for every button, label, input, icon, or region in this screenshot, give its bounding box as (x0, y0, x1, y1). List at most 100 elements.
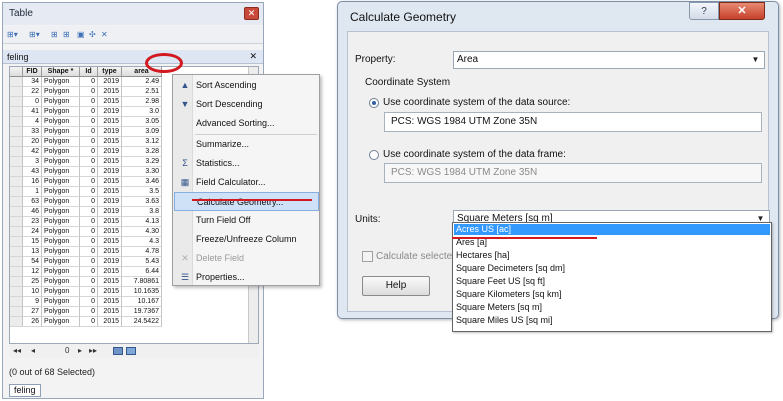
cell-shape[interactable]: Polygon (42, 167, 80, 177)
cell-fid[interactable]: 3 (23, 157, 42, 167)
column-header-fid[interactable]: FID (23, 67, 42, 77)
cell-id[interactable]: 0 (80, 297, 98, 307)
row-selector-header[interactable] (10, 67, 23, 77)
radio-data-source[interactable] (369, 98, 379, 108)
cell-type[interactable]: 2015 (98, 87, 122, 97)
cell-type[interactable]: 2015 (98, 117, 122, 127)
cell-area[interactable]: 3.12 (122, 137, 162, 147)
menu-item-turn-field-off[interactable]: Turn Field Off (174, 211, 319, 230)
cell-shape[interactable]: Polygon (42, 217, 80, 227)
row-selector[interactable] (10, 127, 23, 137)
cell-shape[interactable]: Polygon (42, 97, 80, 107)
cell-shape[interactable]: Polygon (42, 87, 80, 97)
current-record-field[interactable]: 0 (65, 346, 69, 356)
cell-shape[interactable]: Polygon (42, 187, 80, 197)
cell-type[interactable]: 2019 (98, 127, 122, 137)
cell-type[interactable]: 2019 (98, 257, 122, 267)
cell-area[interactable]: 2.51 (122, 87, 162, 97)
cell-area[interactable]: 3.5 (122, 187, 162, 197)
row-selector[interactable] (10, 87, 23, 97)
cell-area[interactable]: 3.8 (122, 207, 162, 217)
column-header-type[interactable]: type (98, 67, 122, 77)
table-row[interactable]: 27 Polygon 0 2015 19.7367 (10, 307, 258, 317)
cell-area[interactable]: 19.7367 (122, 307, 162, 317)
cell-shape[interactable]: Polygon (42, 307, 80, 317)
cell-fid[interactable]: 24 (23, 227, 42, 237)
cell-shape[interactable]: Polygon (42, 137, 80, 147)
cell-shape[interactable]: Polygon (42, 197, 80, 207)
cell-fid[interactable]: 1 (23, 187, 42, 197)
cell-area[interactable]: 2.98 (122, 97, 162, 107)
cell-area[interactable]: 10.1635 (122, 287, 162, 297)
cell-type[interactable]: 2015 (98, 157, 122, 167)
first-record-icon[interactable]: ◂◂ (13, 346, 21, 356)
column-header-shape[interactable]: Shape * (42, 67, 80, 77)
previous-record-icon[interactable]: ◂ (31, 346, 35, 356)
cell-type[interactable]: 2015 (98, 317, 122, 327)
cell-fid[interactable]: 4 (23, 117, 42, 127)
cell-id[interactable]: 0 (80, 247, 98, 257)
units-option[interactable]: Square Miles US [sq mi] (454, 315, 770, 326)
row-selector[interactable] (10, 277, 23, 287)
related-tables-icon[interactable]: ⊞▾ (29, 30, 40, 40)
cell-area[interactable]: 6.44 (122, 267, 162, 277)
cell-id[interactable]: 0 (80, 197, 98, 207)
row-selector[interactable] (10, 247, 23, 257)
row-selector[interactable] (10, 167, 23, 177)
cell-id[interactable]: 0 (80, 87, 98, 97)
cell-area[interactable]: 4.78 (122, 247, 162, 257)
cell-fid[interactable]: 27 (23, 307, 42, 317)
cell-type[interactable]: 2019 (98, 167, 122, 177)
cell-id[interactable]: 0 (80, 127, 98, 137)
cell-id[interactable]: 0 (80, 107, 98, 117)
table-tab-feling[interactable]: feling (9, 384, 41, 397)
cell-type[interactable]: 2015 (98, 217, 122, 227)
cell-shape[interactable]: Polygon (42, 317, 80, 327)
property-dropdown[interactable]: Area ▼ (453, 51, 765, 69)
cell-area[interactable]: 4.30 (122, 227, 162, 237)
menu-item-sort-ascending[interactable]: ▲ Sort Ascending (174, 76, 319, 95)
cell-type[interactable]: 2015 (98, 287, 122, 297)
row-selector[interactable] (10, 157, 23, 167)
cell-area[interactable]: 4.13 (122, 217, 162, 227)
row-selector[interactable] (10, 237, 23, 247)
radio-data-frame[interactable] (369, 150, 379, 160)
cell-fid[interactable]: 63 (23, 197, 42, 207)
cell-fid[interactable]: 34 (23, 77, 42, 87)
cell-id[interactable]: 0 (80, 77, 98, 87)
cell-shape[interactable]: Polygon (42, 117, 80, 127)
cell-id[interactable]: 0 (80, 187, 98, 197)
cell-type[interactable]: 2015 (98, 277, 122, 287)
cell-shape[interactable]: Polygon (42, 147, 80, 157)
cell-id[interactable]: 0 (80, 137, 98, 147)
cell-fid[interactable]: 13 (23, 247, 42, 257)
cell-area[interactable]: 3.0 (122, 107, 162, 117)
row-selector[interactable] (10, 197, 23, 207)
cell-fid[interactable]: 41 (23, 107, 42, 117)
cell-id[interactable]: 0 (80, 167, 98, 177)
cell-fid[interactable]: 20 (23, 137, 42, 147)
cell-shape[interactable]: Polygon (42, 207, 80, 217)
cell-shape[interactable]: Polygon (42, 297, 80, 307)
cell-shape[interactable]: Polygon (42, 127, 80, 137)
row-selector[interactable] (10, 297, 23, 307)
cell-area[interactable]: 3.28 (122, 147, 162, 157)
cell-id[interactable]: 0 (80, 177, 98, 187)
menu-item-advanced-sorting[interactable]: Advanced Sorting... (174, 114, 319, 133)
units-option[interactable]: Acres US [ac] (454, 224, 770, 235)
row-selector[interactable] (10, 317, 23, 327)
cell-id[interactable]: 0 (80, 227, 98, 237)
row-selector[interactable] (10, 177, 23, 187)
cell-type[interactable]: 2015 (98, 187, 122, 197)
row-selector[interactable] (10, 207, 23, 217)
cell-id[interactable]: 0 (80, 267, 98, 277)
cell-type[interactable]: 2019 (98, 197, 122, 207)
row-selector[interactable] (10, 227, 23, 237)
cell-area[interactable]: 3.29 (122, 157, 162, 167)
cell-shape[interactable]: Polygon (42, 177, 80, 187)
cell-type[interactable]: 2019 (98, 107, 122, 117)
table-row[interactable]: 10 Polygon 0 2015 10.1635 (10, 287, 258, 297)
cell-fid[interactable]: 22 (23, 87, 42, 97)
row-selector[interactable] (10, 137, 23, 147)
row-selector[interactable] (10, 97, 23, 107)
